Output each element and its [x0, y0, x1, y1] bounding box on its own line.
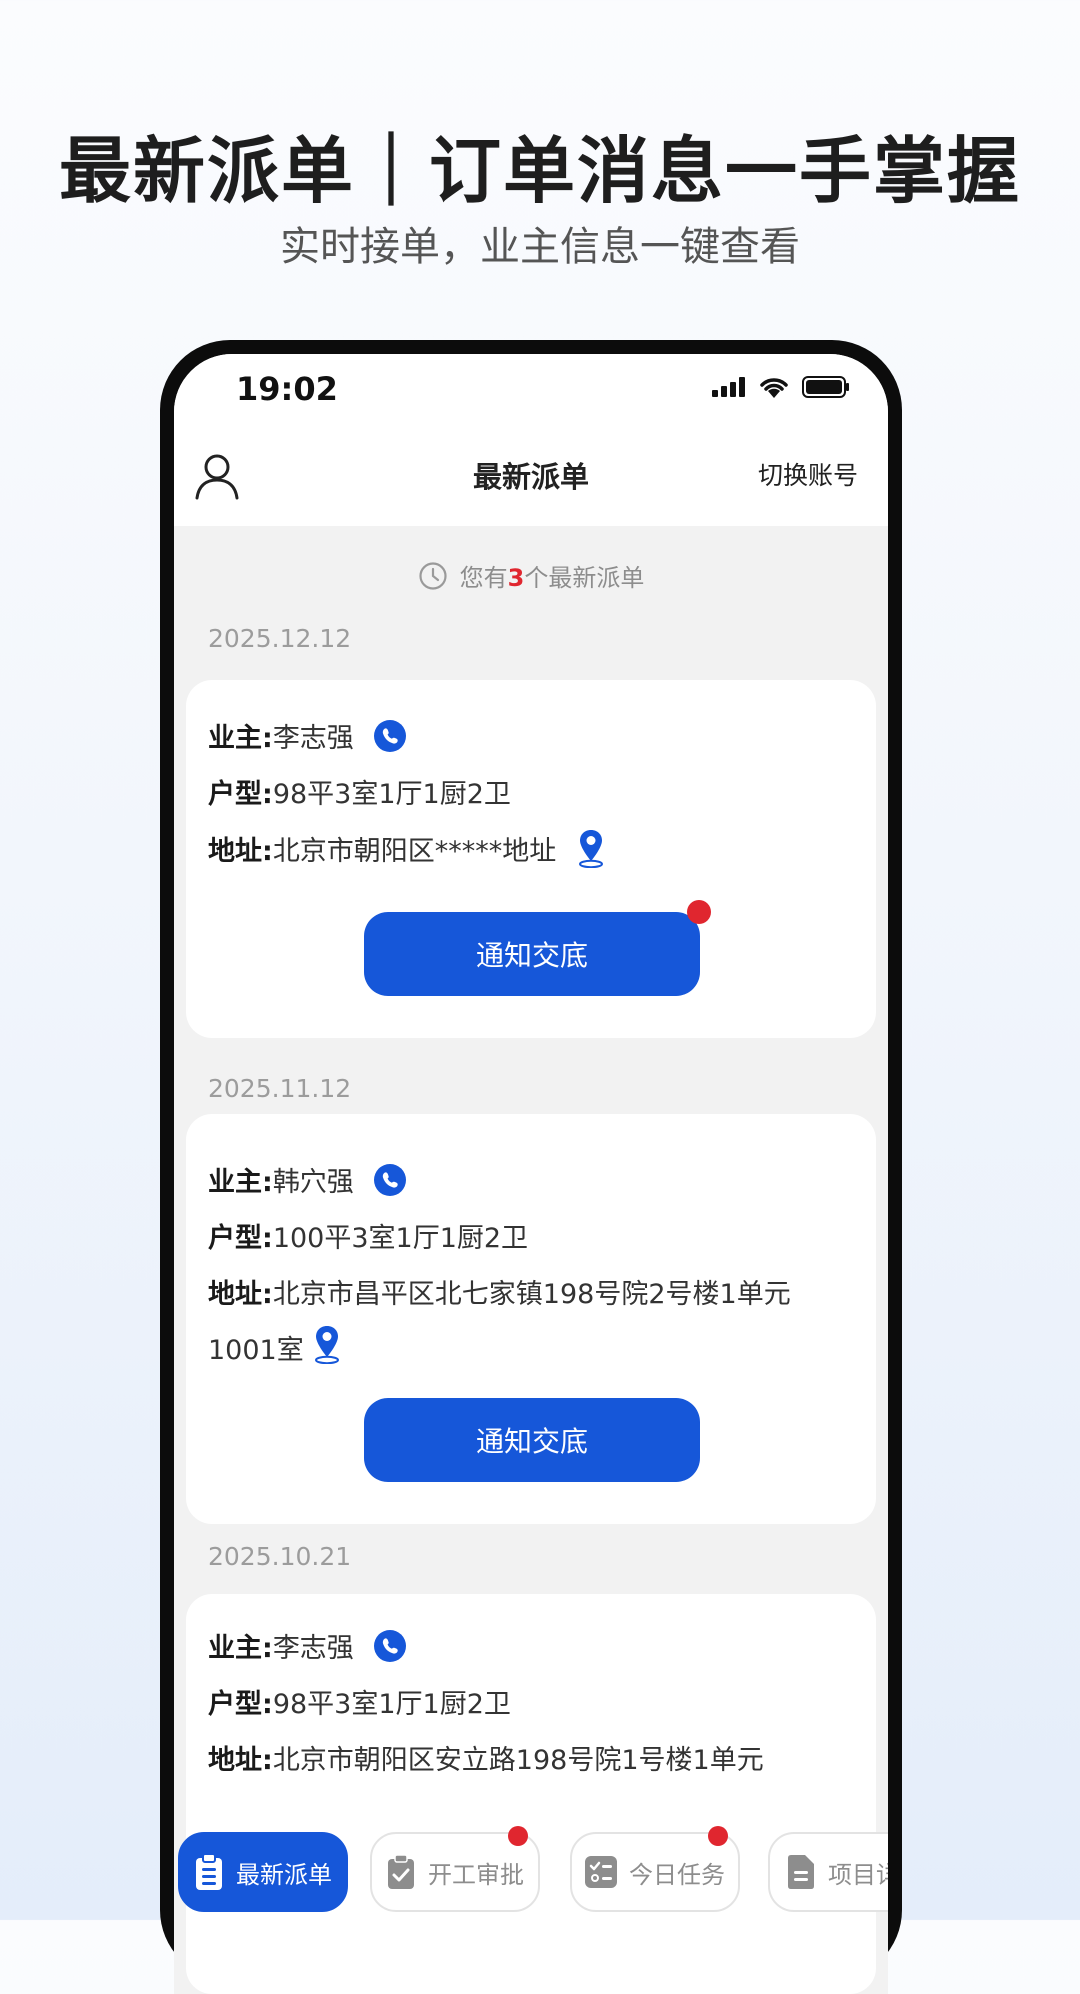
promo-title: 最新派单｜订单消息一手掌握	[58, 129, 1021, 213]
battery-icon	[802, 376, 849, 398]
tab-project-details[interactable]: 项目详情	[768, 1832, 888, 1912]
owner-name: 韩穴强	[272, 1167, 354, 1198]
address-value: 北京市朝阳区安立路198号院1号楼1单元	[272, 1745, 764, 1776]
owner-label: 业主:	[208, 723, 273, 754]
order-date: 2025.11.12	[208, 1074, 352, 1103]
address-label: 地址:	[208, 1745, 273, 1776]
address-value: 北京市朝阳区*****地址	[272, 835, 557, 867]
notify-briefing-button[interactable]: 通知交底	[364, 1398, 700, 1482]
owner-label: 业主:	[208, 1633, 273, 1664]
phone-frame: 19:02 最新派单 切换账号 您有3个最新派单 2025.12.12 业主: …	[160, 340, 902, 1994]
layout-value: 98平3室1厅1厨2卫	[272, 1689, 511, 1720]
address-row: 地址: 北京市朝阳区安立路198号院1号楼1单元	[208, 1738, 764, 1777]
layout-label: 户型:	[208, 1689, 273, 1720]
layout-label: 户型:	[208, 1223, 273, 1254]
notification-badge	[687, 900, 711, 924]
address-value-continued: 1001室	[208, 1335, 304, 1366]
notice-suffix: 个最新派单	[524, 564, 645, 592]
clipboard-list-icon	[196, 1853, 222, 1890]
bottom-tab-bar: 最新派单 开工审批 今日任务 项目	[174, 1816, 888, 1926]
layout-row: 户型: 98平3室1厅1厨2卫	[208, 772, 511, 811]
clock-icon	[419, 561, 447, 590]
notice-prefix: 您有	[459, 564, 508, 592]
order-card[interactable]: 业主: 韩穴强 户型: 100平3室1厅1厨2卫 地址: 北京市昌平区北七家镇1…	[186, 1114, 876, 1524]
promo-subtitle: 实时接单，业主信息一键查看	[280, 224, 800, 270]
wifi-icon	[760, 378, 788, 398]
notification-badge	[708, 1826, 728, 1846]
order-date: 2025.12.12	[208, 624, 352, 653]
notification-badge	[508, 1826, 528, 1846]
checklist-icon	[585, 1856, 617, 1888]
map-pin-icon[interactable]	[312, 1324, 342, 1371]
order-date: 2025.10.21	[208, 1542, 352, 1571]
phone-call-icon[interactable]	[373, 1163, 406, 1196]
phone-call-icon[interactable]	[373, 719, 406, 752]
tab-today-tasks[interactable]: 今日任务	[570, 1826, 740, 1912]
address-label: 地址:	[208, 835, 273, 867]
switch-account-link[interactable]: 切换账号	[758, 456, 858, 492]
status-bar: 19:02	[174, 354, 888, 424]
address-row-continued: 1001室	[208, 1324, 342, 1371]
order-card[interactable]: 业主: 李志强 户型: 98平3室1厅1厨2卫 地址: 北京市朝阳区安立路198…	[186, 1594, 876, 1994]
tab-start-approval[interactable]: 开工审批	[370, 1826, 540, 1912]
layout-label: 户型:	[208, 779, 273, 810]
phone-screen: 19:02 最新派单 切换账号 您有3个最新派单 2025.12.12 业主: …	[174, 354, 888, 1994]
address-label: 地址:	[208, 1279, 273, 1310]
order-card[interactable]: 业主: 李志强 户型: 98平3室1厅1厨2卫 地址: 北京市朝阳区*****地…	[186, 680, 876, 1038]
layout-value: 100平3室1厅1厨2卫	[272, 1223, 529, 1254]
document-icon	[788, 1855, 814, 1889]
clipboard-check-icon	[388, 1854, 414, 1889]
address-row: 地址: 北京市朝阳区*****地址	[208, 828, 606, 868]
status-time: 19:02	[236, 370, 338, 408]
layout-row: 户型: 98平3室1厅1厨2卫	[208, 1682, 511, 1721]
owner-label: 业主:	[208, 1167, 273, 1198]
tab-label: 开工审批	[428, 1860, 524, 1889]
nav-bar: 最新派单 切换账号	[174, 424, 888, 526]
tab-latest-orders[interactable]: 最新派单	[178, 1832, 348, 1912]
tab-label: 今日任务	[629, 1860, 725, 1889]
owner-row: 业主: 李志强	[208, 1626, 406, 1665]
tab-label: 最新派单	[236, 1860, 332, 1889]
notice-count: 3	[507, 564, 525, 592]
owner-name: 李志强	[272, 1633, 354, 1664]
owner-row: 业主: 李志强	[208, 716, 406, 755]
signal-icon	[712, 377, 745, 397]
owner-name: 李志强	[272, 723, 354, 754]
new-order-notice: 您有3个最新派单	[174, 558, 888, 593]
phone-call-icon[interactable]	[373, 1629, 406, 1662]
notify-briefing-button[interactable]: 通知交底	[364, 912, 700, 996]
owner-row: 业主: 韩穴强	[208, 1160, 406, 1199]
address-value: 北京市昌平区北七家镇198号院2号楼1单元	[272, 1279, 791, 1310]
layout-row: 户型: 100平3室1厅1厨2卫	[208, 1216, 528, 1255]
tab-label: 项目详情	[828, 1860, 888, 1889]
address-row: 地址: 北京市昌平区北七家镇198号院2号楼1单元	[208, 1272, 791, 1311]
layout-value: 98平3室1厅1厨2卫	[272, 779, 511, 810]
map-pin-icon[interactable]	[576, 828, 606, 868]
